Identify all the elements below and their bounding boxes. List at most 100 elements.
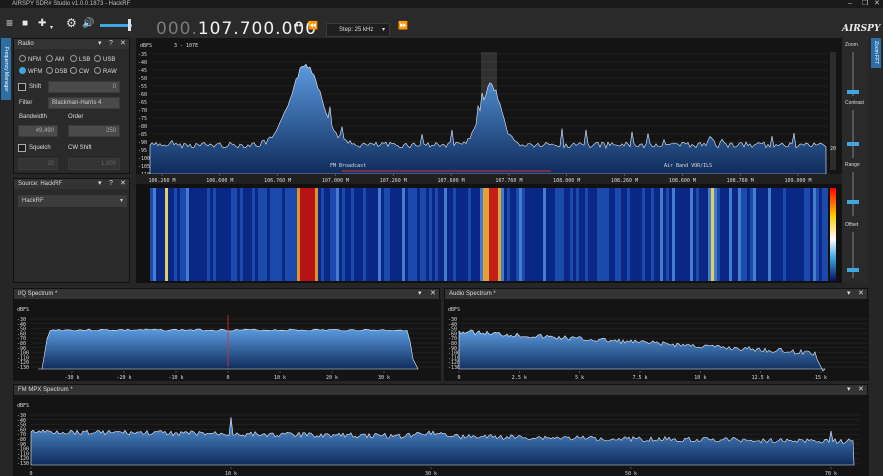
range-slider[interactable] [852, 172, 854, 216]
bandwidth-input[interactable]: 49,490 [18, 125, 58, 137]
squelch-checkbox[interactable] [18, 144, 26, 152]
minimize-button[interactable]: – [848, 0, 852, 8]
close-icon[interactable]: ✕ [858, 385, 864, 395]
sdr-app-window: AIRSPY SDR# Studio v1.0.0.1873 - HackRF … [0, 0, 883, 476]
mpx-unit-label: dBFS [17, 403, 29, 409]
add-icon[interactable]: ✚ [38, 17, 46, 31]
waterfall-column [762, 188, 765, 281]
waterfall-column [753, 188, 756, 281]
iq-spectrum-svg[interactable]: dBFS -30-40-50-60-70-80-90-100-110-120-1… [14, 299, 441, 381]
help-icon[interactable]: ? [109, 39, 113, 49]
offset-slider-knob[interactable] [847, 268, 859, 272]
mode-radio-raw[interactable]: RAW [94, 67, 117, 76]
squelch-input[interactable]: 20 [18, 158, 58, 170]
zoom-fft-tab[interactable]: Zoom FFT [871, 38, 881, 68]
y-tick-label: -50 [138, 76, 147, 82]
frequency-manager-tab[interactable]: Frequency Manager [1, 38, 11, 100]
help-icon[interactable]: ? [109, 179, 113, 189]
close-icon[interactable]: ✕ [430, 289, 436, 299]
waterfall-column [513, 188, 516, 281]
filter-select[interactable]: Blackman-Harris 4 [48, 97, 120, 109]
waterfall-column [330, 188, 333, 281]
shift-input[interactable]: 0 [48, 81, 120, 93]
zoom-slider-knob[interactable] [847, 90, 859, 94]
waterfall-column [219, 188, 222, 281]
forward-icon[interactable]: ⏩ [398, 19, 408, 33]
close-icon[interactable]: ✕ [858, 289, 864, 299]
waterfall-column [552, 188, 555, 281]
close-icon[interactable]: ✕ [120, 39, 126, 49]
mode-radio-nfm[interactable]: NFM [19, 55, 41, 64]
y-tick-label: -130 [17, 365, 29, 371]
volume-slider-knob[interactable] [128, 19, 131, 31]
shift-checkbox[interactable] [18, 83, 26, 91]
waterfall-column [615, 188, 618, 281]
waterfall-column [714, 188, 717, 281]
waterfall-column [261, 188, 264, 281]
waterfall-column [561, 188, 564, 281]
volume-icon[interactable]: 🔊 [82, 17, 94, 31]
mode-radio-dsb[interactable]: DSB [46, 67, 67, 76]
waterfall-column [756, 188, 759, 281]
contrast-slider-knob[interactable] [847, 142, 859, 146]
stop-icon[interactable]: ■ [22, 17, 28, 31]
close-window-button[interactable]: ✕ [874, 0, 880, 8]
mpx-panel-header: FM MPX Spectrum * ▾ ✕ [14, 385, 867, 395]
order-input[interactable]: 250 [68, 125, 120, 137]
range-slider-knob[interactable] [847, 200, 859, 204]
squelch-label: Squelch [29, 145, 51, 151]
waterfall-column [198, 188, 201, 281]
maximize-button[interactable]: ❐ [862, 0, 868, 8]
waterfall-column [729, 188, 732, 281]
waterfall-column [408, 188, 411, 281]
waterfall-column [750, 188, 753, 281]
waterfall-column [474, 188, 477, 281]
prev-icon[interactable]: ⏮ [294, 19, 301, 33]
mpx-spectrum-svg[interactable]: dBFS -30-40-50-60-70-80-90-100-110-120-1… [14, 395, 869, 476]
radio-circle-icon [46, 55, 53, 62]
waterfall-column [396, 188, 399, 281]
device-select[interactable]: HackRF ▾ [18, 195, 127, 207]
waterfall-column [252, 188, 255, 281]
cw-shift-label: CW Shift [68, 145, 92, 151]
x-tick-label: 2.5 k [512, 375, 527, 381]
waterfall-column [270, 188, 273, 281]
mode-radio-usb[interactable]: USB [94, 55, 115, 64]
waterfall-column [771, 188, 774, 281]
mode-radio-wfm[interactable]: WFM [19, 67, 42, 76]
radio-circle-icon [46, 67, 53, 74]
waterfall-column [309, 188, 312, 281]
frequency-display[interactable]: 000.107.700.000 [156, 19, 317, 39]
x-tick-label: 107.260 M [380, 178, 407, 184]
audio-spectrum-svg[interactable]: dBFS -30-40-50-60-70-80-90-100-110-120-1… [445, 299, 869, 381]
x-tick-label: 108.000 M [553, 178, 580, 184]
display-controls: Zoom Contrast Range Offset [842, 38, 868, 283]
mode-radio-am[interactable]: AM [46, 55, 64, 64]
close-icon[interactable]: ✕ [120, 179, 126, 189]
pin-icon[interactable]: ▾ [418, 289, 422, 299]
rewind-icon[interactable]: ⏪ [308, 19, 318, 33]
waterfall-column [201, 188, 204, 281]
contrast-slider[interactable] [852, 110, 854, 158]
waterfall-column [204, 188, 207, 281]
pin-icon[interactable]: ▾ [98, 39, 102, 49]
cw-shift-input[interactable]: 1,000 [68, 158, 120, 170]
radio-panel-title: Radio [18, 41, 34, 47]
step-select[interactable]: Step: 25 kHz ▾ [326, 23, 390, 37]
pin-icon[interactable]: ▾ [847, 385, 851, 395]
menu-icon[interactable]: ≡ [6, 16, 13, 30]
waterfall-column [348, 188, 351, 281]
waterfall-column [414, 188, 417, 281]
waterfall-column [699, 188, 702, 281]
gear-icon[interactable]: ⚙ [66, 16, 77, 30]
x-tick-label: 5 k [575, 375, 584, 381]
mode-radio-cw[interactable]: CW [70, 67, 89, 76]
pin-icon[interactable]: ▾ [98, 179, 102, 189]
title-bar: AIRSPY SDR# Studio v1.0.0.1873 - HackRF … [0, 0, 883, 8]
mode-radio-lsb[interactable]: LSB [70, 55, 90, 64]
chevron-down-icon[interactable]: ▾ [50, 21, 53, 35]
waterfall-column [378, 188, 381, 281]
fft-display[interactable]: dBFS 3 - 107E -35 -40 -45 -50 -55 -60 -65 -70 -7… [136, 38, 842, 283]
pin-icon[interactable]: ▾ [847, 289, 851, 299]
fft-scale-bar[interactable] [830, 52, 836, 170]
